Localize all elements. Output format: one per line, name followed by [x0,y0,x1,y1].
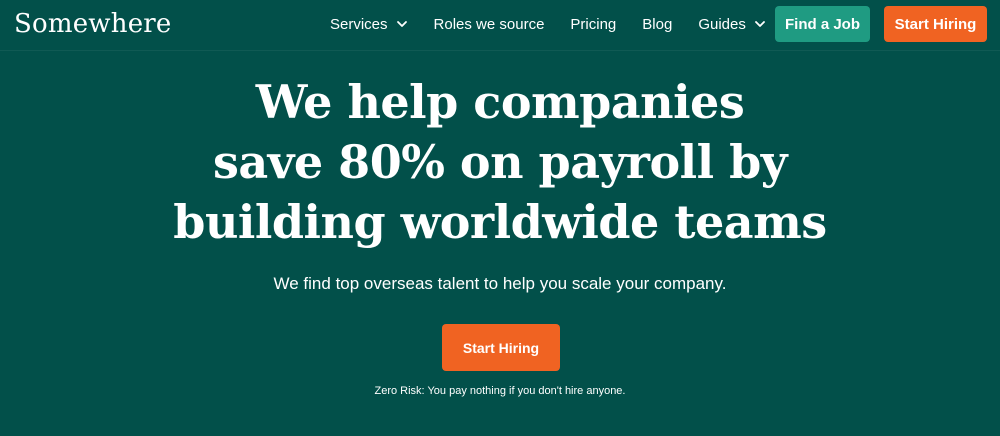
hero-headline: We help companies save 80% on payroll by… [0,72,1000,252]
top-navigation: Somewhere Services Roles we source Prici… [0,0,1000,51]
chevron-down-icon [754,18,766,30]
nav-item-roles-we-source[interactable]: Roles we source [434,16,545,33]
nav-item-label: Services [330,15,388,33]
chevron-down-icon [396,18,408,30]
hero-headline-line: We help companies [255,75,745,129]
nav-item-label: Guides [698,15,746,33]
nav-item-label: Roles we source [433,15,545,33]
find-a-job-button[interactable]: Find a Job [775,6,870,42]
nav-menu: Services Roles we source Pricing Blog Gu… [330,0,766,48]
nav-item-label: Pricing [570,15,617,33]
nav-item-services[interactable]: Services [330,16,408,33]
nav-item-pricing[interactable]: Pricing [570,16,616,33]
brand-logo[interactable]: Somewhere [14,8,172,40]
zero-risk-note: Zero Risk: You pay nothing if you don't … [374,385,626,397]
start-hiring-nav-button[interactable]: Start Hiring [884,6,987,42]
start-hiring-cta-button[interactable]: Start Hiring [442,324,560,371]
nav-item-blog[interactable]: Blog [642,16,672,33]
nav-item-label: Blog [642,15,673,33]
hero-headline-line: building worldwide teams [173,195,827,249]
nav-item-guides[interactable]: Guides [698,16,766,33]
page: Somewhere Services Roles we source Prici… [0,0,1000,436]
hero-headline-line: save 80% on payroll by [212,135,788,189]
hero-subtitle: We find top overseas talent to help you … [273,274,727,293]
